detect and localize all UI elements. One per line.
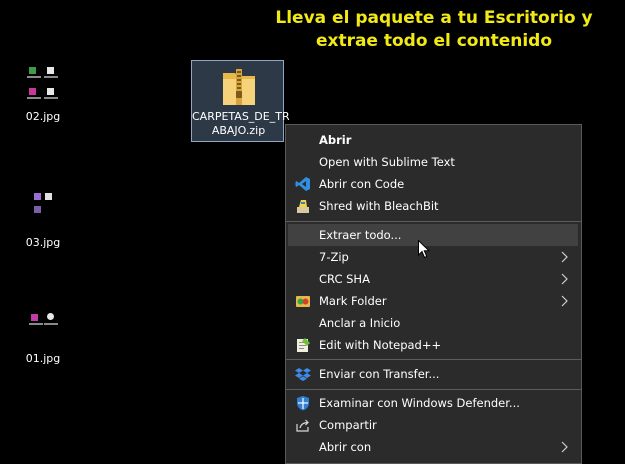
menu-item-label: Mark Folder	[319, 294, 387, 308]
menu-item-label: Abrir con	[319, 440, 372, 454]
menu-item-label: 7-Zip	[319, 250, 349, 264]
notepad-plus-icon	[297, 338, 310, 352]
menu-item-abrir-con[interactable]: Abrir con	[288, 436, 578, 458]
image-thumbnail-icon	[26, 306, 60, 344]
desktop-icon-03-jpg[interactable]: 03.jpg	[13, 190, 73, 249]
desktop-icon-label: 02.jpg	[25, 110, 61, 123]
menu-item-label: Edit with Notepad++	[319, 338, 442, 352]
desktop-icon-label: 03.jpg	[25, 236, 61, 249]
menu-item-label: Open with Sublime Text	[319, 155, 455, 169]
menu-item-label: Examinar con Windows Defender...	[319, 396, 520, 410]
dropbox-icon	[295, 368, 311, 381]
menu-item-enviar-con-transfer[interactable]: Enviar con Transfer...	[288, 363, 578, 385]
desktop-icon-01-jpg[interactable]: 01.jpg	[13, 306, 73, 365]
menu-item-7-zip[interactable]: 7-Zip	[288, 246, 578, 268]
menu-item-crc-sha[interactable]: CRC SHA	[288, 268, 578, 290]
chevron-right-icon	[561, 441, 568, 453]
menu-separator	[286, 221, 581, 222]
menu-item-open-with-sublime-text[interactable]: Open with Sublime Text	[288, 151, 578, 173]
menu-item-label: Extraer todo...	[319, 228, 402, 242]
context-menu: Abrir Open with Sublime Text Abrir con C…	[285, 124, 582, 464]
chevron-right-icon	[561, 273, 568, 285]
desktop-icon-02-jpg[interactable]: 02.jpg	[13, 64, 73, 123]
image-thumbnail-icon	[26, 64, 60, 102]
menu-item-examinar-con-windows-defender[interactable]: Examinar con Windows Defender...	[288, 392, 578, 414]
image-thumbnail-icon	[26, 190, 60, 228]
menu-separator	[286, 359, 581, 360]
share-icon	[296, 419, 309, 432]
zip-file-icon-selected[interactable]: CARPETAS_DE_TR ABAJO.zip	[191, 60, 290, 142]
menu-item-label: Abrir	[319, 133, 352, 147]
chevron-right-icon	[561, 251, 568, 263]
menu-item-label: CRC SHA	[319, 272, 370, 286]
vscode-icon	[295, 177, 310, 191]
menu-item-label: Abrir con Code	[319, 177, 405, 191]
menu-item-abrir-con-code[interactable]: Abrir con Code	[288, 173, 578, 195]
menu-item-abrir[interactable]: Abrir	[288, 129, 578, 151]
menu-item-label: Compartir	[319, 418, 377, 432]
zip-folder-icon	[223, 69, 255, 105]
menu-item-label: Shred with BleachBit	[319, 199, 439, 213]
menu-item-extraer-todo[interactable]: Extraer todo...	[288, 224, 578, 246]
menu-item-compartir[interactable]: Compartir	[288, 414, 578, 436]
bleachbit-icon	[297, 200, 309, 213]
menu-item-edit-with-notepad-plus[interactable]: Edit with Notepad++	[288, 334, 578, 356]
instruction-line-2: extrae todo el contenido	[315, 31, 553, 51]
menu-item-mark-folder[interactable]: Mark Folder	[288, 290, 578, 312]
chevron-right-icon	[561, 295, 568, 307]
instruction-banner: Lleva el paquete a tu Escritorio y extra…	[258, 7, 610, 53]
menu-item-shred-with-bleachbit[interactable]: Shred with BleachBit	[288, 195, 578, 217]
instruction-line-1: Lleva el paquete a tu Escritorio y	[275, 8, 593, 28]
windows-defender-icon	[297, 396, 309, 411]
menu-item-label: Anclar a Inicio	[319, 316, 401, 330]
mark-folder-icon	[296, 296, 310, 307]
menu-separator	[286, 389, 581, 390]
menu-item-anclar-a-inicio[interactable]: Anclar a Inicio	[288, 312, 578, 334]
mouse-cursor-icon	[418, 240, 430, 259]
desktop-icon-label: 01.jpg	[25, 352, 61, 365]
desktop[interactable]: Lleva el paquete a tu Escritorio y extra…	[0, 0, 625, 464]
zip-file-label: CARPETAS_DE_TR ABAJO.zip	[192, 110, 290, 137]
menu-item-label: Enviar con Transfer...	[319, 367, 440, 381]
